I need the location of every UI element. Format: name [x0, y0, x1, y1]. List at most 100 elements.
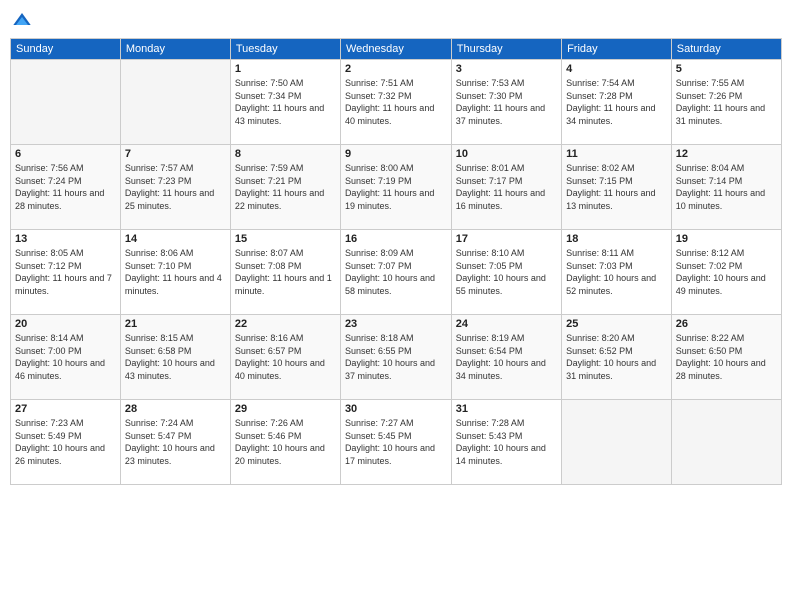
calendar-cell: 15Sunrise: 8:07 AM Sunset: 7:08 PM Dayli…: [230, 230, 340, 315]
day-number: 12: [676, 148, 777, 160]
day-number: 15: [235, 233, 336, 245]
day-info: Sunrise: 7:54 AM Sunset: 7:28 PM Dayligh…: [566, 77, 667, 127]
day-info: Sunrise: 8:02 AM Sunset: 7:15 PM Dayligh…: [566, 162, 667, 212]
calendar-cell: 9 Sunrise: 8:00 AM Sunset: 7:19 PM Daylig…: [340, 145, 451, 230]
calendar-cell: 20 Sunrise: 8:14 AM Sunset: 7:00 PM Dayli…: [11, 315, 121, 400]
calendar-cell: [11, 60, 121, 145]
header: [10, 10, 782, 30]
calendar-cell: 13 Sunrise: 8:05 AM Sunset: 7:12 PM Dayli…: [11, 230, 121, 315]
day-info: Sunrise: 8:06 AM Sunset: 7:10 PM Dayligh…: [125, 247, 226, 297]
day-number: 23: [345, 318, 447, 330]
week-row-4: 20 Sunrise: 8:14 AM Sunset: 7:00 PM Dayli…: [11, 315, 782, 400]
calendar-header-wednesday: Wednesday: [340, 39, 451, 60]
day-number: 7: [125, 148, 226, 160]
day-number: 27: [15, 403, 116, 415]
day-number: 5: [676, 63, 777, 75]
day-info: Sunrise: 7:23 AM Sunset: 5:49 PM Dayligh…: [15, 417, 116, 467]
day-number: 18: [566, 233, 667, 245]
calendar-cell: 14 Sunrise: 8:06 AM Sunset: 7:10 PM Dayli…: [120, 230, 230, 315]
day-number: 21: [125, 318, 226, 330]
calendar-header-sunday: Sunday: [11, 39, 121, 60]
day-number: 31: [456, 403, 557, 415]
calendar-cell: 25Sunrise: 8:20 AM Sunset: 6:52 PM Dayli…: [562, 315, 672, 400]
day-number: 25: [566, 318, 667, 330]
calendar-cell: [562, 400, 672, 485]
day-number: 28: [125, 403, 226, 415]
calendar-cell: [671, 400, 781, 485]
calendar-cell: 19 Sunrise: 8:12 AM Sunset: 7:02 PM Dayli…: [671, 230, 781, 315]
calendar-header-thursday: Thursday: [451, 39, 561, 60]
week-row-3: 13 Sunrise: 8:05 AM Sunset: 7:12 PM Dayli…: [11, 230, 782, 315]
day-info: Sunrise: 7:28 AM Sunset: 5:43 PM Dayligh…: [456, 417, 557, 467]
day-info: Sunrise: 8:12 AM Sunset: 7:02 PM Dayligh…: [676, 247, 777, 297]
calendar-cell: 26Sunrise: 8:22 AM Sunset: 6:50 PM Dayli…: [671, 315, 781, 400]
day-number: 8: [235, 148, 336, 160]
calendar-header-row: SundayMondayTuesdayWednesdayThursdayFrid…: [11, 39, 782, 60]
day-number: 26: [676, 318, 777, 330]
calendar-cell: 21 Sunrise: 8:15 AM Sunset: 6:58 PM Dayli…: [120, 315, 230, 400]
week-row-1: 1Sunrise: 7:50 AM Sunset: 7:34 PM Daylig…: [11, 60, 782, 145]
calendar-header-tuesday: Tuesday: [230, 39, 340, 60]
calendar-cell: 6 Sunrise: 7:56 AM Sunset: 7:24 PM Daylig…: [11, 145, 121, 230]
calendar-cell: 27 Sunrise: 7:23 AM Sunset: 5:49 PM Dayli…: [11, 400, 121, 485]
calendar-cell: [120, 60, 230, 145]
day-number: 22: [235, 318, 336, 330]
day-info: Sunrise: 8:19 AM Sunset: 6:54 PM Dayligh…: [456, 332, 557, 382]
day-number: 17: [456, 233, 557, 245]
day-number: 24: [456, 318, 557, 330]
calendar-cell: 4 Sunrise: 7:54 AM Sunset: 7:28 PM Daylig…: [562, 60, 672, 145]
calendar-cell: 23 Sunrise: 8:18 AM Sunset: 6:55 PM Dayli…: [340, 315, 451, 400]
calendar-cell: 30 Sunrise: 7:27 AM Sunset: 5:45 PM Dayli…: [340, 400, 451, 485]
calendar-cell: 7 Sunrise: 7:57 AM Sunset: 7:23 PM Daylig…: [120, 145, 230, 230]
calendar-cell: 3Sunrise: 7:53 AM Sunset: 7:30 PM Daylig…: [451, 60, 561, 145]
day-info: Sunrise: 8:18 AM Sunset: 6:55 PM Dayligh…: [345, 332, 447, 382]
calendar: SundayMondayTuesdayWednesdayThursdayFrid…: [10, 38, 782, 485]
calendar-cell: 18Sunrise: 8:11 AM Sunset: 7:03 PM Dayli…: [562, 230, 672, 315]
day-info: Sunrise: 7:57 AM Sunset: 7:23 PM Dayligh…: [125, 162, 226, 212]
day-info: Sunrise: 8:15 AM Sunset: 6:58 PM Dayligh…: [125, 332, 226, 382]
day-info: Sunrise: 7:59 AM Sunset: 7:21 PM Dayligh…: [235, 162, 336, 212]
day-info: Sunrise: 7:53 AM Sunset: 7:30 PM Dayligh…: [456, 77, 557, 127]
calendar-header-monday: Monday: [120, 39, 230, 60]
calendar-cell: 28 Sunrise: 7:24 AM Sunset: 5:47 PM Dayli…: [120, 400, 230, 485]
day-number: 9: [345, 148, 447, 160]
day-info: Sunrise: 8:00 AM Sunset: 7:19 PM Dayligh…: [345, 162, 447, 212]
logo: [10, 10, 36, 30]
day-info: Sunrise: 8:05 AM Sunset: 7:12 PM Dayligh…: [15, 247, 116, 297]
day-info: Sunrise: 8:01 AM Sunset: 7:17 PM Dayligh…: [456, 162, 557, 212]
calendar-cell: 8 Sunrise: 7:59 AM Sunset: 7:21 PM Daylig…: [230, 145, 340, 230]
day-number: 19: [676, 233, 777, 245]
day-number: 14: [125, 233, 226, 245]
day-info: Sunrise: 7:27 AM Sunset: 5:45 PM Dayligh…: [345, 417, 447, 467]
day-number: 2: [345, 63, 447, 75]
calendar-cell: 5Sunrise: 7:55 AM Sunset: 7:26 PM Daylig…: [671, 60, 781, 145]
day-info: Sunrise: 8:09 AM Sunset: 7:07 PM Dayligh…: [345, 247, 447, 297]
calendar-cell: 16 Sunrise: 8:09 AM Sunset: 7:07 PM Dayli…: [340, 230, 451, 315]
day-number: 4: [566, 63, 667, 75]
day-number: 13: [15, 233, 116, 245]
calendar-header-saturday: Saturday: [671, 39, 781, 60]
week-row-5: 27 Sunrise: 7:23 AM Sunset: 5:49 PM Dayli…: [11, 400, 782, 485]
day-info: Sunrise: 7:56 AM Sunset: 7:24 PM Dayligh…: [15, 162, 116, 212]
calendar-cell: 1Sunrise: 7:50 AM Sunset: 7:34 PM Daylig…: [230, 60, 340, 145]
calendar-cell: 24 Sunrise: 8:19 AM Sunset: 6:54 PM Dayli…: [451, 315, 561, 400]
day-number: 29: [235, 403, 336, 415]
day-number: 30: [345, 403, 447, 415]
day-number: 1: [235, 63, 336, 75]
day-info: Sunrise: 8:10 AM Sunset: 7:05 PM Dayligh…: [456, 247, 557, 297]
day-number: 16: [345, 233, 447, 245]
calendar-header-friday: Friday: [562, 39, 672, 60]
calendar-cell: 31 Sunrise: 7:28 AM Sunset: 5:43 PM Dayli…: [451, 400, 561, 485]
day-info: Sunrise: 8:14 AM Sunset: 7:00 PM Dayligh…: [15, 332, 116, 382]
logo-icon: [12, 10, 32, 30]
day-info: Sunrise: 7:24 AM Sunset: 5:47 PM Dayligh…: [125, 417, 226, 467]
calendar-cell: 11 Sunrise: 8:02 AM Sunset: 7:15 PM Dayli…: [562, 145, 672, 230]
day-info: Sunrise: 7:51 AM Sunset: 7:32 PM Dayligh…: [345, 77, 447, 127]
day-number: 11: [566, 148, 667, 160]
calendar-cell: 12Sunrise: 8:04 AM Sunset: 7:14 PM Dayli…: [671, 145, 781, 230]
day-number: 6: [15, 148, 116, 160]
day-number: 20: [15, 318, 116, 330]
page: SundayMondayTuesdayWednesdayThursdayFrid…: [0, 0, 792, 612]
day-info: Sunrise: 7:26 AM Sunset: 5:46 PM Dayligh…: [235, 417, 336, 467]
day-info: Sunrise: 8:16 AM Sunset: 6:57 PM Dayligh…: [235, 332, 336, 382]
